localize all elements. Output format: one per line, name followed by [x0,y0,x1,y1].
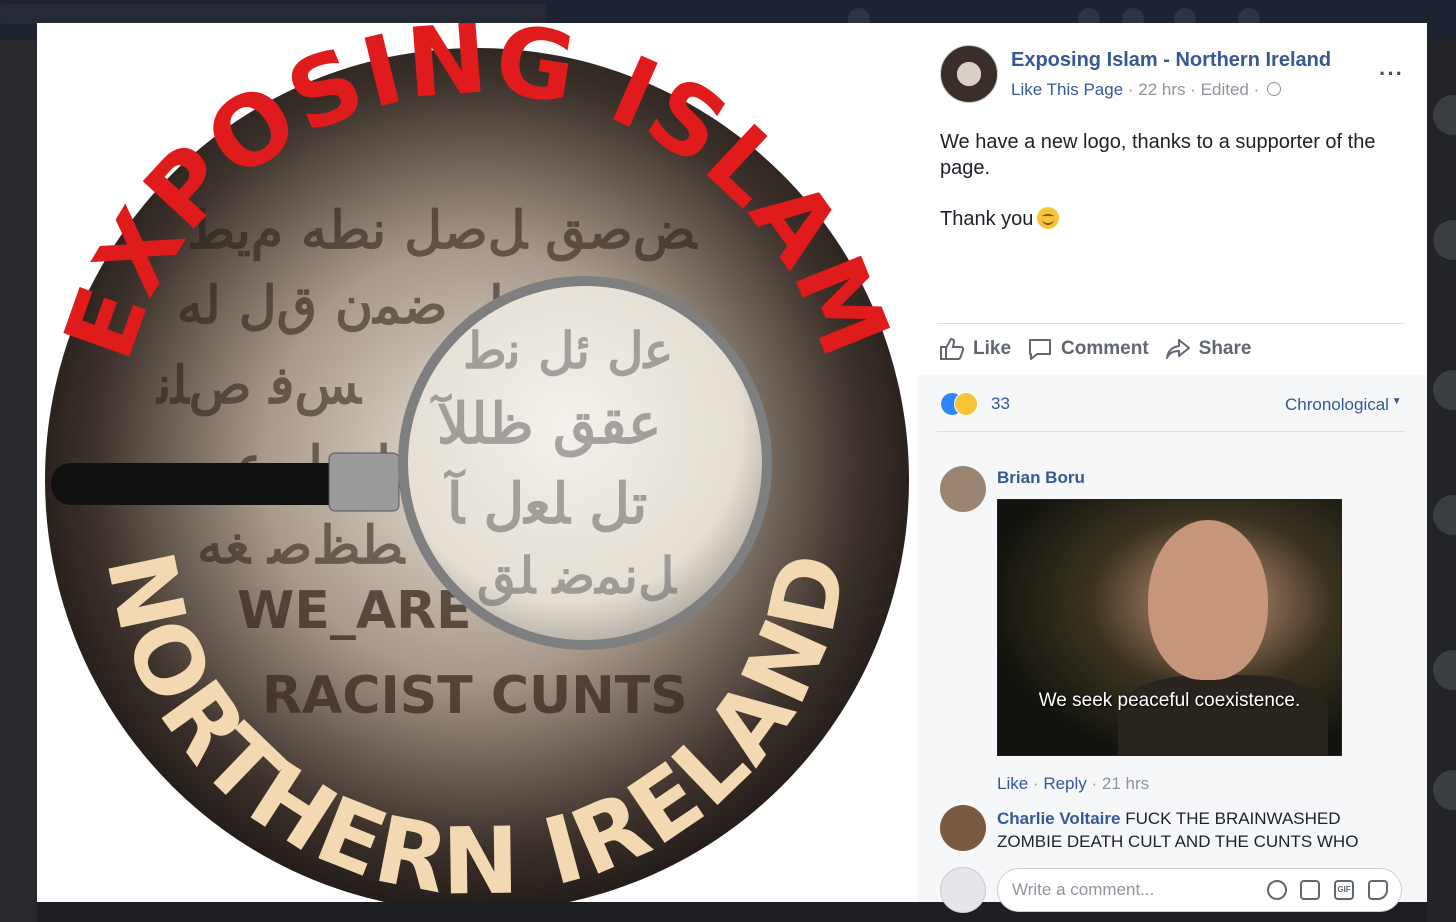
background-right-panel [1427,40,1456,922]
background-avatar [1433,370,1456,410]
comment-label: Comment [1061,338,1149,359]
svg-text:ﺗﻞ ﻠﻌﻝ ﺂ: ﺗﻞ ﻠﻌﻝ ﺂ [444,468,647,537]
post-meta: Like This Page · 22 hrs · Edited · [1011,80,1281,100]
post-text-line-2: Thank you [940,208,1034,230]
comment-like-link[interactable]: Like [997,774,1028,793]
meta-separator: · [1190,80,1201,99]
meta-separator: · [1127,80,1139,99]
share-label: Share [1198,338,1252,359]
meta-separator: · [1091,774,1102,793]
sticker-icon[interactable] [1368,880,1388,900]
gif-icon[interactable]: GIF [1334,880,1354,900]
comment-icon [1029,339,1052,360]
logo-inner-text-2: RACIST CUNTS [262,666,688,726]
like-label: Like [973,338,1012,359]
post-text-line-1: We have a new logo, thanks to a supporte… [940,131,1376,179]
commenter-avatar[interactable] [940,805,986,851]
like-button[interactable]: Like [939,336,1011,362]
magnifier-collar [328,452,400,512]
svg-text:ﺲﻓ ﺹﻠﻧ: ﺲﻓ ﺹﻠﻧ [155,355,363,417]
svg-text:ﻋﻝ ﺋﻞ ﻧﻃ: ﻋﻝ ﺋﻞ ﻧﻃ [465,321,673,380]
svg-text:ﻞﻧﻤﺿ ﻠﻖ: ﻞﻧﻤﺿ ﻠﻖ [477,546,678,607]
post-sidebar: Exposing Islam - Northern Ireland Like T… [917,23,1427,913]
meta-separator: · [1032,774,1044,793]
divider [937,431,1405,432]
background-search-bar [0,4,546,24]
chevron-down-icon: ▼ [1388,396,1402,407]
gif-figure-face [1148,520,1268,680]
svg-text:ﻋﻘﻖ ﻇﻠﻶ: ﻋﻘﻖ ﻇﻠﻶ [430,391,661,458]
camera-icon[interactable] [1300,880,1320,900]
post-time[interactable]: 22 hrs [1138,80,1185,99]
background-avatar [1433,770,1456,810]
post-photo[interactable]: ﺾﺻﻖ ﻞﺻﻞ ﻧﻄﻪ ﻡﻳﻂ ﻄﻘﻝ ﺿﻤﻥ ﻕﻝ ﻟﻪ ﺲﻓ ﺹﻠﻧ ﻂﺻﻞ… [37,23,917,902]
divider [937,323,1405,324]
comment-sort-dropdown[interactable]: Chronological ▼ [1285,395,1402,415]
user-avatar [940,867,986,913]
share-button[interactable]: Share [1165,336,1252,362]
post-actions: Like Comment Share [939,336,1267,362]
comment-author[interactable]: Brian Boru [997,468,1085,488]
like-page-link[interactable]: Like This Page [1011,80,1123,99]
background-avatar [1433,220,1456,260]
logo-inner-text-1: WE_ARE [237,581,472,641]
emoji-icon[interactable] [1267,880,1287,900]
thumbs-up-icon [940,337,965,360]
reaction-icons[interactable] [940,392,986,416]
share-icon [1165,339,1190,359]
page-avatar[interactable] [940,45,998,103]
meta-separator: · [1253,80,1260,99]
gif-caption: We seek peaceful coexistence. [1038,690,1301,711]
globe-icon [1267,82,1281,96]
comment-meta: Like · Reply · 21 hrs [997,774,1149,794]
magnifier-handle [51,463,351,505]
gif-figure-body [1118,675,1328,755]
comment-author[interactable]: Charlie Voltaire [997,809,1120,828]
smile-emoji-icon [1037,207,1060,229]
background-left-panel [0,40,37,922]
logo-image: ﺾﺻﻖ ﻞﺻﻞ ﻧﻄﻪ ﻡﻳﻂ ﻄﻘﻝ ﺿﻤﻥ ﻕﻝ ﻟﻪ ﺲﻓ ﺹﻠﻧ ﻂﺻﻞ… [42,23,910,902]
comment-button[interactable]: Comment [1027,336,1149,362]
background-avatar [1433,650,1456,690]
comment-gif[interactable]: We seek peaceful coexistence. [997,499,1342,756]
more-options-icon[interactable]: ··· [1379,61,1404,87]
background-avatar [1433,95,1456,135]
comment-composer[interactable]: GIF [997,868,1402,912]
comment-time[interactable]: 21 hrs [1102,774,1149,793]
haha-reaction-icon [954,392,978,416]
post-text: We have a new logo, thanks to a supporte… [940,129,1410,257]
page-name-link[interactable]: Exposing Islam - Northern Ireland [1011,49,1331,72]
comment-reply-link[interactable]: Reply [1043,774,1086,793]
comment-sort-label: Chronological [1285,395,1389,414]
svg-text:ﺾﺻﻖ ﻞﺻﻞ ﻧﻄﻪ ﻡﻳﻂ: ﺾﺻﻖ ﻞﺻﻞ ﻧﻄﻪ ﻡﻳﻂ [187,200,699,262]
background-avatar [1433,495,1456,535]
reaction-count[interactable]: 33 [991,394,1010,414]
comment-body: Charlie Voltaire FUCK THE BRAINWASHED ZO… [997,807,1377,853]
comments-section: 33 Chronological ▼ Brian Boru We seek pe… [917,375,1427,913]
photo-viewer: ﺾﺻﻖ ﻞﺻﻞ ﻧﻄﻪ ﻡﻳﻂ ﻄﻘﻝ ﺿﻤﻥ ﻕﻝ ﻟﻪ ﺲﻓ ﺹﻠﻧ ﻂﺻﻞ… [37,23,1427,913]
edited-label[interactable]: Edited [1201,80,1249,99]
comment-input[interactable] [1010,879,1254,901]
commenter-avatar[interactable] [940,466,986,512]
